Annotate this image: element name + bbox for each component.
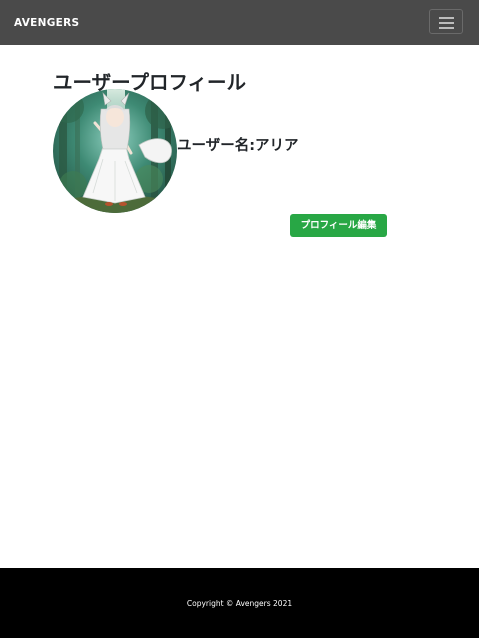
edit-profile-button[interactable]: プロフィール編集: [290, 214, 387, 237]
navbar-brand[interactable]: AVENGERS: [14, 16, 79, 30]
navbar-toggler-button[interactable]: [429, 9, 463, 34]
page-title: ユーザープロフィール: [53, 71, 247, 95]
page: AVENGERS ユーザープロフィール ユーザー名:アリア プロフィール編集 C…: [0, 0, 479, 638]
footer: Copyright © Avengers 2021: [0, 568, 479, 638]
hamburger-menu-icon-bar: [439, 27, 454, 29]
profile-avatar: [53, 89, 177, 213]
profile-avatar-image: [53, 89, 177, 213]
hamburger-menu-icon-bar: [439, 22, 454, 24]
copyright-text: Copyright © Avengers 2021: [186, 599, 293, 608]
hamburger-menu-icon: [439, 17, 454, 19]
username-text: ユーザー名:アリア: [177, 138, 299, 154]
navbar: AVENGERS: [0, 0, 479, 45]
